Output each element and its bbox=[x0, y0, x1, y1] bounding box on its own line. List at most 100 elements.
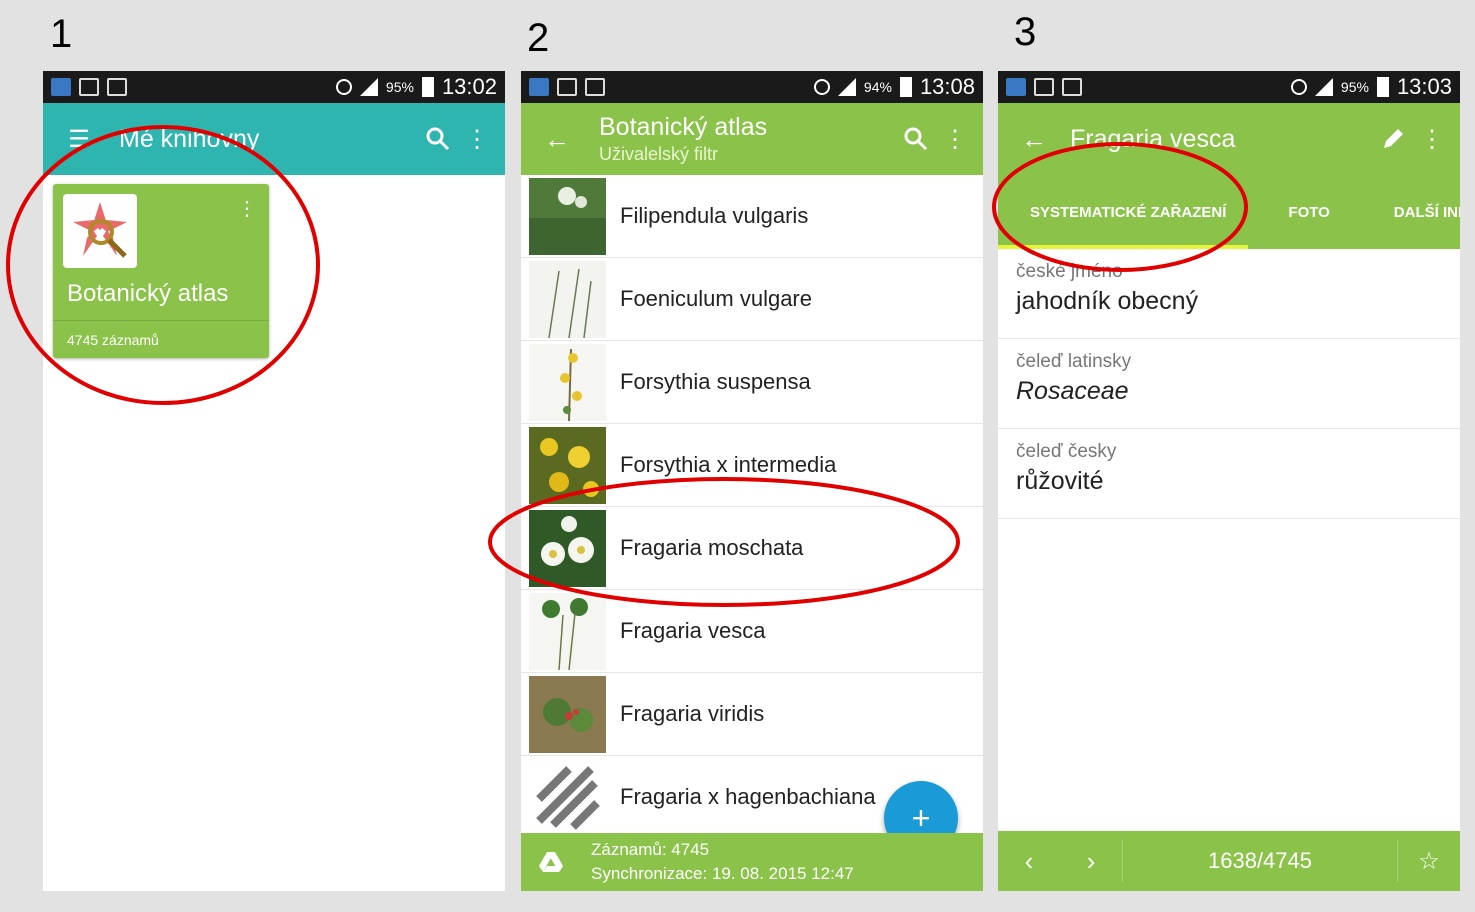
battery-icon bbox=[1376, 77, 1389, 97]
clock: 13:03 bbox=[1396, 74, 1452, 99]
mail-icon bbox=[557, 78, 577, 96]
page-title: Mé knihovny bbox=[119, 124, 260, 153]
search-icon[interactable] bbox=[903, 126, 929, 152]
page-title: Botanický atlas bbox=[599, 113, 768, 141]
signal-icon bbox=[1314, 78, 1333, 96]
app-notification-icon bbox=[1006, 78, 1026, 96]
tab-more-info[interactable]: DALŠÍ INFO bbox=[1370, 204, 1460, 221]
phone-screen-detail: 95% 13:03 ← Fragaria vesca ⋮ SYSTEMATICK… bbox=[998, 71, 1460, 891]
image-icon bbox=[585, 78, 605, 96]
plant-thumbnail bbox=[529, 260, 606, 338]
more-options-icon[interactable]: ⋮ bbox=[943, 125, 967, 154]
battery-icon bbox=[421, 77, 434, 97]
page-title: Fragaria vesca bbox=[1070, 124, 1236, 153]
clock: 13:08 bbox=[919, 74, 975, 99]
tab-systematic[interactable]: SYSTEMATICKÉ ZAŘAZENÍ bbox=[998, 204, 1256, 221]
species-name: Filipendula vulgaris bbox=[620, 203, 809, 228]
species-name: Fragaria viridis bbox=[620, 701, 765, 726]
sync-footer: Záznamů: 4745 Synchronizace: 19. 08. 201… bbox=[521, 833, 983, 891]
app-bar: ← Botanický atlas Uživalelský filtr ⋮ bbox=[521, 103, 983, 175]
back-arrow-icon[interactable]: ← bbox=[1014, 124, 1054, 155]
step-number: 2 bbox=[527, 16, 550, 60]
mail-icon bbox=[79, 78, 99, 96]
mail-icon bbox=[1034, 78, 1054, 96]
record-position: 1638/4745 bbox=[1208, 848, 1312, 873]
plant-thumbnail bbox=[529, 675, 606, 753]
plant-thumbnail bbox=[529, 509, 606, 587]
edit-pencil-icon[interactable] bbox=[1380, 126, 1406, 152]
phone-screen-libraries: 95% 13:02 ☰ Mé knihovny ⋮ ⋮ Botanický at… bbox=[43, 71, 505, 891]
species-name: Foeniculum vulgare bbox=[620, 286, 812, 311]
signal-icon bbox=[837, 78, 856, 96]
back-arrow-icon[interactable]: ← bbox=[537, 124, 577, 155]
list-item[interactable]: Fragaria moschata bbox=[521, 507, 983, 590]
species-name: Fragaria moschata bbox=[620, 535, 804, 560]
tab-indicator bbox=[998, 245, 1248, 249]
previous-chevron-icon[interactable]: ‹ bbox=[998, 846, 1060, 877]
field-value: jahodník obecný bbox=[1016, 287, 1199, 315]
list-item[interactable]: Foeniculum vulgare bbox=[521, 258, 983, 341]
more-options-icon[interactable]: ⋮ bbox=[465, 125, 489, 154]
pager-footer: ‹ › 1638/4745 ☆ bbox=[998, 831, 1460, 891]
field-value: růžovité bbox=[1016, 467, 1104, 495]
field-value: Rosaceae bbox=[1016, 377, 1129, 405]
battery-percent: 95% bbox=[1340, 79, 1369, 95]
list-item[interactable]: Filipendula vulgaris bbox=[521, 175, 983, 258]
botanical-atlas-logo-icon bbox=[63, 194, 137, 268]
plant-thumbnail bbox=[529, 426, 606, 504]
list-item[interactable]: Fragaria vesca bbox=[521, 590, 983, 673]
divider bbox=[53, 320, 269, 321]
clock: 13:02 bbox=[441, 74, 497, 99]
library-card[interactable]: ⋮ Botanický atlas 4745 záznamů bbox=[53, 184, 269, 358]
species-name: Forsythia x intermedia bbox=[620, 452, 837, 477]
favorite-star-icon[interactable]: ☆ bbox=[1398, 847, 1460, 876]
no-image-placeholder-icon bbox=[529, 758, 606, 836]
tab-bar: SYSTEMATICKÉ ZAŘAZENÍ FOTO DALŠÍ INFO bbox=[998, 175, 1460, 249]
signal-icon bbox=[359, 78, 378, 96]
tab-photo[interactable]: FOTO bbox=[1256, 204, 1369, 221]
library-name: Botanický atlas bbox=[67, 280, 229, 307]
plant-thumbnail bbox=[529, 592, 606, 670]
alarm-icon bbox=[335, 79, 352, 95]
species-name: Fragaria vesca bbox=[620, 618, 766, 643]
status-bar: 95% 13:02 bbox=[43, 71, 505, 103]
card-menu-icon[interactable]: ⋮ bbox=[237, 196, 257, 221]
field-family-latin: čeleď latinsky Rosaceae bbox=[998, 339, 1460, 429]
app-notification-icon bbox=[51, 78, 71, 96]
alarm-icon bbox=[1290, 79, 1307, 95]
next-chevron-icon[interactable]: › bbox=[1060, 846, 1122, 877]
battery-percent: 94% bbox=[863, 79, 892, 95]
app-bar: ☰ Mé knihovny ⋮ bbox=[43, 103, 505, 175]
app-bar: ← Fragaria vesca ⋮ bbox=[998, 103, 1460, 175]
menu-icon[interactable]: ☰ bbox=[59, 125, 99, 154]
species-list: Filipendula vulgaris Foeniculum vulgare … bbox=[521, 175, 983, 839]
list-item[interactable]: Forsythia suspensa bbox=[521, 341, 983, 424]
sync-timestamp: Synchronizace: 19. 08. 2015 12:47 bbox=[591, 864, 854, 883]
phone-screen-list: 94% 13:08 ← Botanický atlas Uživalelský … bbox=[521, 71, 983, 891]
list-item[interactable]: Fragaria viridis bbox=[521, 673, 983, 756]
field-label: čeleď česky bbox=[1016, 441, 1117, 462]
step-number: 3 bbox=[1014, 10, 1037, 54]
battery-percent: 95% bbox=[385, 79, 414, 95]
list-item[interactable]: Forsythia x intermedia bbox=[521, 424, 983, 507]
more-options-icon[interactable]: ⋮ bbox=[1420, 125, 1444, 154]
library-record-count: 4745 záznamů bbox=[67, 332, 159, 348]
app-notification-icon bbox=[529, 78, 549, 96]
image-icon bbox=[1062, 78, 1082, 96]
step-number: 1 bbox=[50, 12, 73, 56]
alarm-icon bbox=[813, 79, 830, 95]
field-czech-name: české jméno jahodník obecný bbox=[998, 249, 1460, 339]
google-drive-icon bbox=[539, 852, 563, 872]
species-name: Forsythia suspensa bbox=[620, 369, 811, 394]
search-icon[interactable] bbox=[425, 126, 451, 152]
species-name: Fragaria x hagenbachiana bbox=[620, 784, 876, 809]
page-subtitle: Uživalelský filtr bbox=[599, 144, 719, 164]
field-label: čeleď latinsky bbox=[1016, 351, 1132, 372]
field-family-czech: čeleď česky růžovité bbox=[998, 429, 1460, 519]
status-bar: 94% 13:08 bbox=[521, 71, 983, 103]
plant-thumbnail bbox=[529, 343, 606, 421]
field-label: české jméno bbox=[1016, 261, 1123, 282]
battery-icon bbox=[899, 77, 912, 97]
record-count: Záznamů: 4745 bbox=[591, 840, 710, 859]
image-icon bbox=[107, 78, 127, 96]
